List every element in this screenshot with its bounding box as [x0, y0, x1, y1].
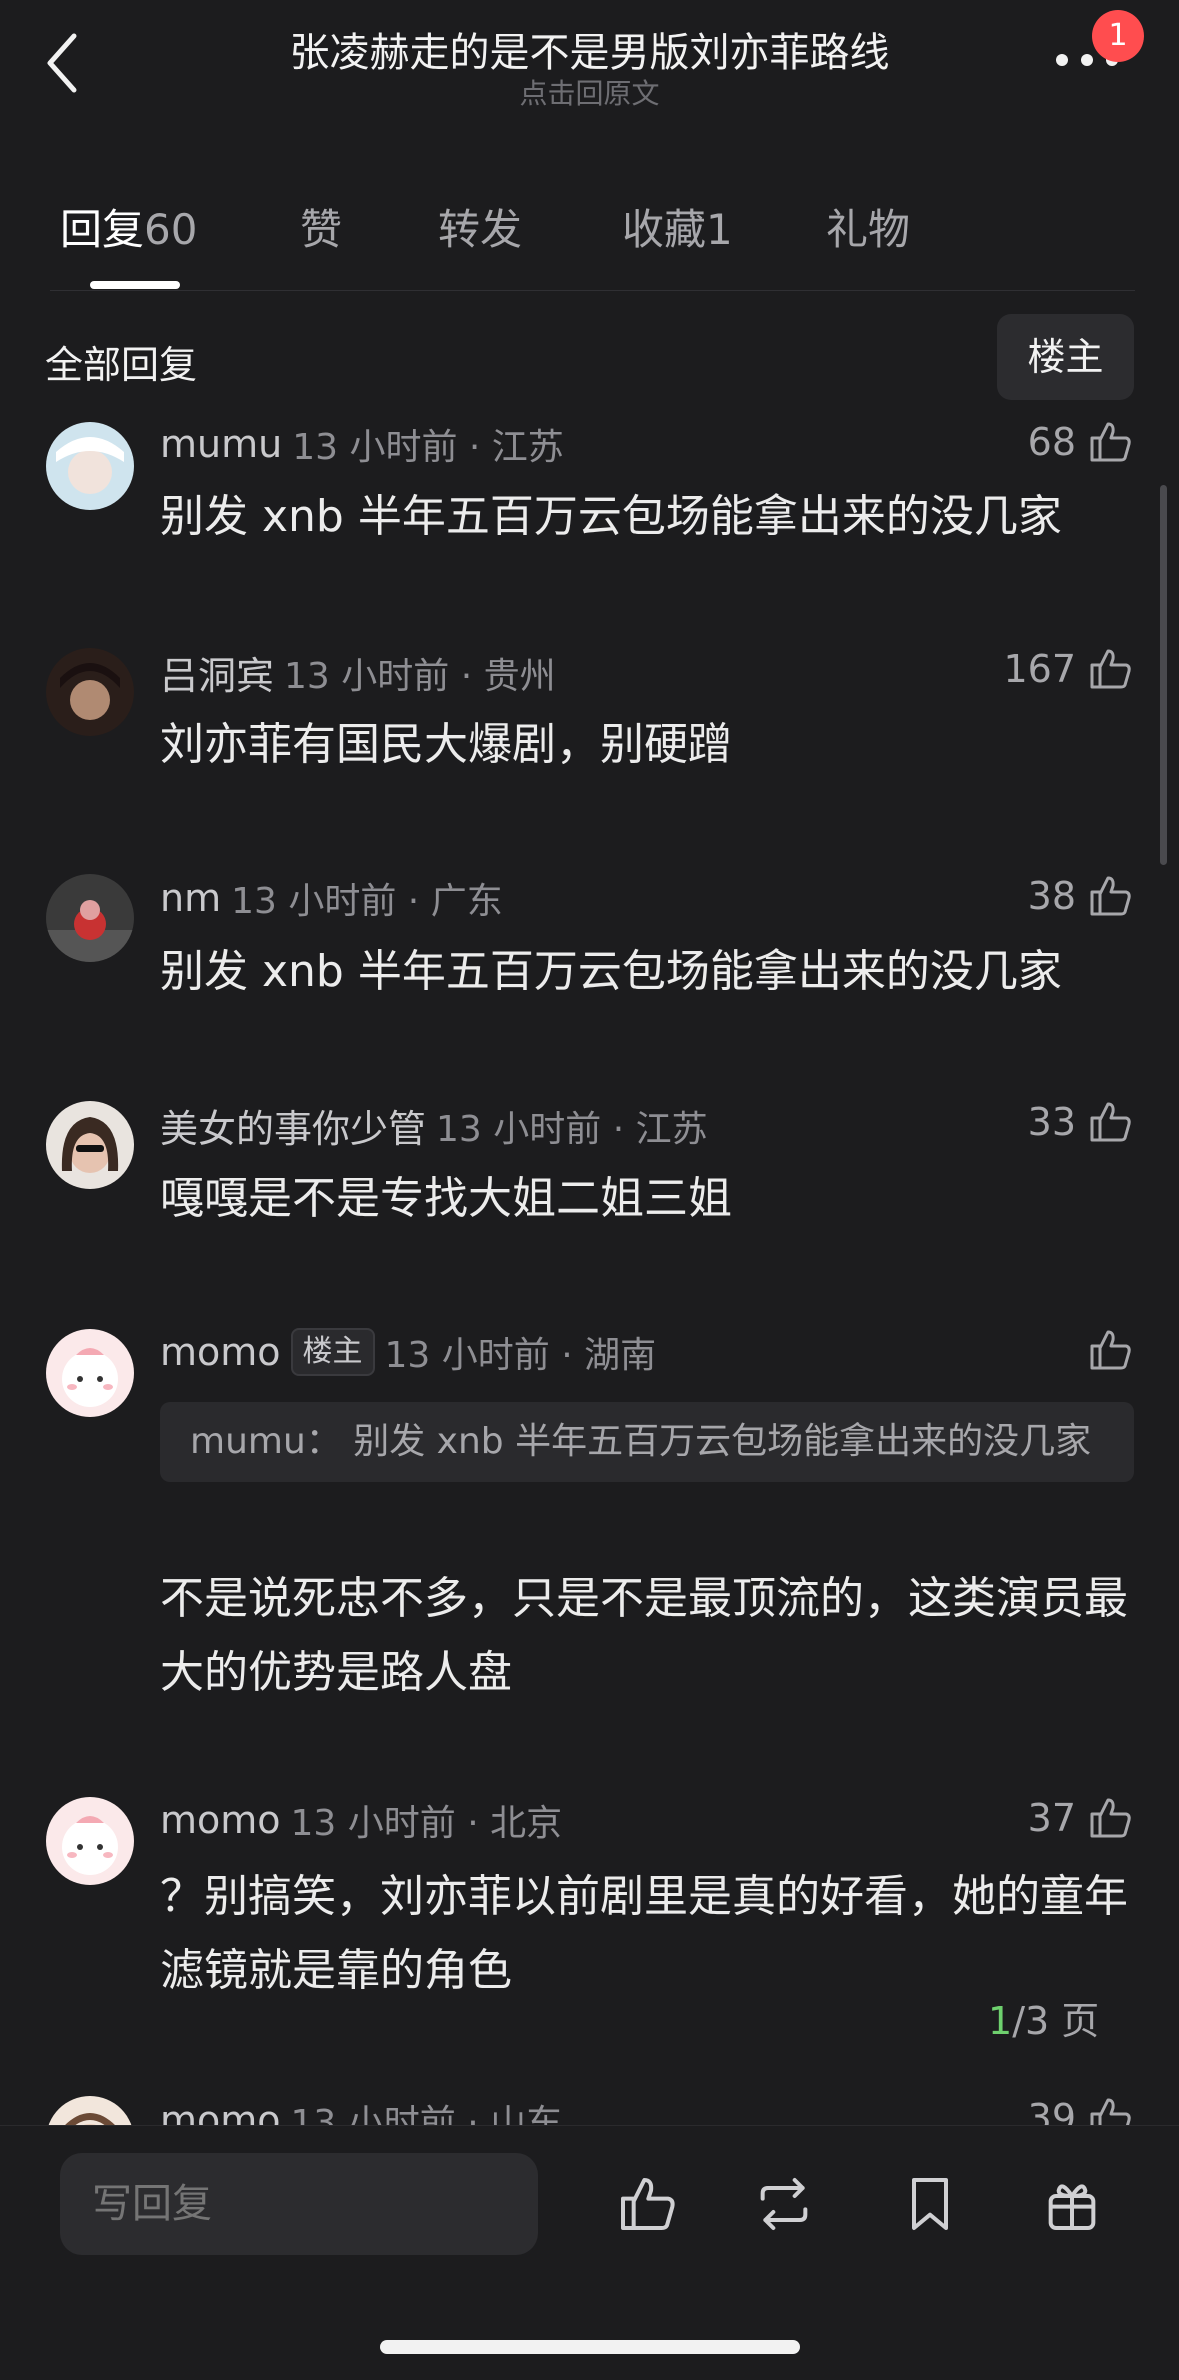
like-button[interactable]: 37	[1028, 1794, 1134, 1842]
scrollbar[interactable]	[1160, 485, 1167, 865]
tab-label: 回复	[60, 205, 145, 254]
thumbs-up-icon	[621, 2178, 675, 2230]
comment-meta: mumu 13 小时前 · 江苏	[160, 418, 564, 470]
thumbs-up-icon	[1090, 1330, 1131, 1370]
tab-count: 1	[706, 205, 733, 254]
like-count: 38	[1027, 874, 1076, 918]
page-total: /3 页	[1012, 1999, 1100, 2043]
like-button[interactable]: 33	[1028, 1098, 1134, 1146]
timestamp-location: 13 小时前 · 北京	[290, 1803, 563, 1844]
repost-button[interactable]	[752, 2172, 816, 2236]
timestamp-location: 13 小时前 · 江苏	[436, 1108, 708, 1150]
username[interactable]: nm	[160, 876, 221, 920]
avatar[interactable]	[46, 648, 134, 736]
comment-meta: nm 13 小时前 · 广东	[160, 872, 503, 924]
tab-likes[interactable]: 赞	[300, 196, 342, 257]
home-indicator	[380, 2340, 800, 2354]
page-indicator[interactable]: 1/3 页	[988, 1990, 1099, 2045]
back-to-post-link[interactable]: 点击回原文	[0, 72, 1179, 112]
thumbs-up-icon	[1090, 649, 1131, 689]
active-tab-indicator	[90, 281, 180, 289]
repost-icon	[760, 2178, 808, 2230]
op-only-filter-button[interactable]: 楼主	[997, 314, 1134, 400]
current-page: 1	[988, 1999, 1013, 2043]
timestamp-location: 13 小时前 · 贵州	[284, 655, 556, 697]
comment-meta: 吕洞宾 13 小时前 · 贵州	[160, 645, 556, 700]
username[interactable]: momo	[160, 1330, 281, 1374]
tab-label: 礼物	[826, 205, 911, 254]
username[interactable]: 美女的事你少管	[160, 1098, 426, 1153]
thumbs-up-icon	[1090, 1798, 1131, 1838]
thumbs-up-icon	[1090, 1102, 1131, 1142]
timestamp-location: 13 小时前 · 广东	[231, 881, 503, 922]
timestamp-location: 13 小时前 · 湖南	[384, 1335, 657, 1376]
avatar[interactable]	[46, 422, 134, 510]
op-badge: 楼主	[290, 1328, 375, 1376]
username[interactable]: momo	[160, 1798, 281, 1842]
divider	[50, 290, 1135, 291]
like-count: 37	[1027, 1796, 1076, 1840]
username[interactable]: 吕洞宾	[160, 645, 274, 700]
tab-label: 赞	[300, 205, 343, 254]
avatar[interactable]	[46, 1101, 134, 1189]
like-button[interactable]: 68	[1028, 418, 1134, 466]
timestamp-location: 13 小时前 · 江苏	[292, 427, 564, 468]
section-title: 全部回复	[45, 343, 198, 387]
comment-text: 刘亦菲有国民大爆剧，别硬蹭	[160, 719, 732, 770]
post-title[interactable]: 张凌赫走的是不是男版刘亦菲路线	[0, 20, 1179, 78]
reply-input[interactable]	[60, 2153, 538, 2255]
like-button[interactable]: 38	[1028, 872, 1134, 920]
comment-text: 嘎嘎是不是专找大姐二姐三姐	[160, 1173, 732, 1224]
like-button[interactable]: 167	[1003, 645, 1134, 693]
like-count: 33	[1027, 1100, 1076, 1144]
tab-label: 转发	[438, 205, 523, 254]
thumbs-up-icon	[1090, 422, 1131, 462]
tab-favorites[interactable]: 收藏1	[622, 196, 733, 257]
avatar[interactable]	[46, 1797, 134, 1885]
thumbs-up-icon	[1090, 876, 1131, 916]
comment-text: 不是说死忠不多，只是不是最顶流的，这类演员最大的优势是路人盘	[160, 1573, 1128, 1698]
tab-reposts[interactable]: 转发	[438, 196, 522, 257]
tab-label: 收藏	[622, 205, 707, 254]
comment-meta: momo 13 小时前 · 北京	[160, 1794, 562, 1846]
tab-count: 60	[144, 205, 198, 254]
like-count: 167	[1003, 647, 1076, 691]
notification-badge: 1	[1092, 10, 1144, 62]
comment-meta: momo 楼主 13 小时前 · 湖南	[160, 1326, 656, 1378]
like-post-button[interactable]	[615, 2172, 679, 2236]
avatar[interactable]	[46, 1329, 134, 1417]
quoted-comment[interactable]: mumu： 别发 xnb 半年五百万云包场能拿出来的没几家	[160, 1402, 1134, 1482]
comment-meta: 美女的事你少管 13 小时前 · 江苏	[160, 1098, 708, 1153]
comment-text: ？别搞笑，刘亦菲以前剧里是真的好看，她的童年滤镜就是靠的角色	[160, 1871, 1128, 1996]
comment-text: 别发 xnb 半年五百万云包场能拿出来的没几家	[160, 491, 1062, 542]
bookmark-icon	[912, 2178, 948, 2230]
username[interactable]: mumu	[160, 422, 282, 466]
avatar[interactable]	[46, 874, 134, 962]
tab-gifts[interactable]: 礼物	[826, 196, 910, 257]
tab-replies[interactable]: 回复60	[60, 196, 197, 257]
gift-icon	[1048, 2184, 1096, 2230]
like-button[interactable]	[1086, 1326, 1134, 1374]
gift-button[interactable]	[1040, 2172, 1104, 2236]
like-count: 68	[1027, 420, 1076, 464]
bookmark-button[interactable]	[898, 2172, 962, 2236]
comment-text: 别发 xnb 半年五百万云包场能拿出来的没几家	[160, 946, 1062, 997]
